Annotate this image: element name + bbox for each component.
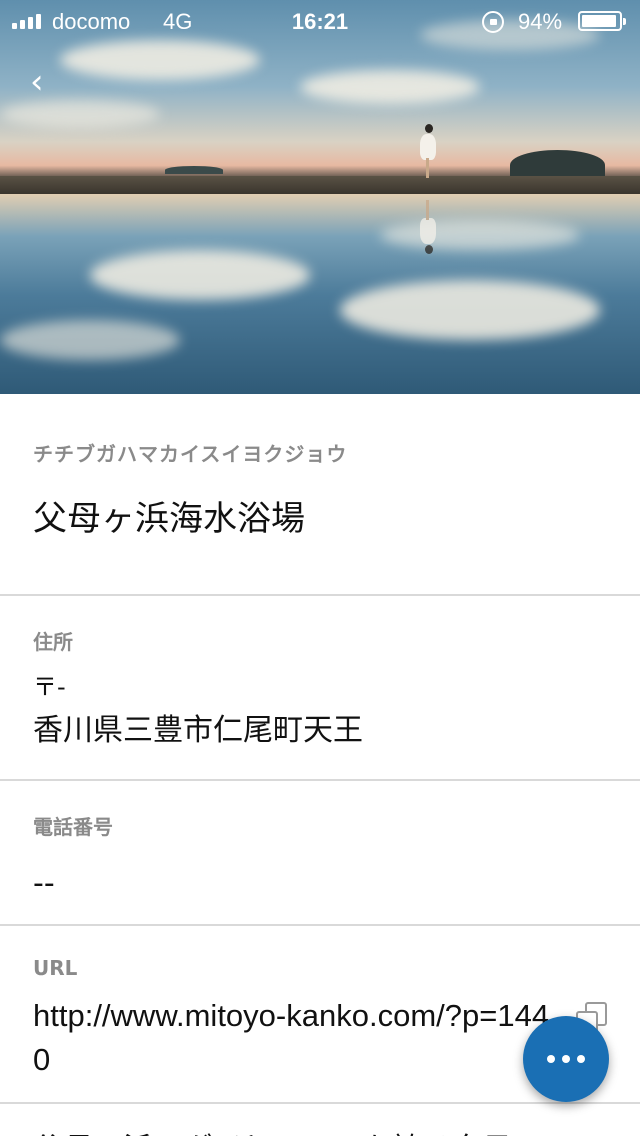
rotation-lock-icon bbox=[482, 11, 504, 33]
address-label: 住所 bbox=[33, 630, 73, 654]
phone-value[interactable]: -- bbox=[33, 862, 607, 906]
spot-header: チチブガハマカイスイヨクジョウ 父母ヶ浜海水浴場 bbox=[0, 394, 640, 596]
url-link[interactable]: http://www.mitoyo-kanko.com/?p=1440 bbox=[33, 994, 553, 1102]
more-horizontal-icon bbox=[547, 1055, 555, 1063]
status-bar: docomo 4G 16:21 94% bbox=[0, 0, 640, 40]
description-text: 父母ヶ浜のダイヤモンドを誇る夕日... bbox=[33, 1124, 541, 1136]
more-actions-button[interactable] bbox=[523, 1016, 609, 1102]
spot-name-kana: チチブガハマカイスイヨクジョウ bbox=[33, 442, 348, 466]
phone-label: 電話番号 bbox=[33, 815, 113, 839]
person-figure bbox=[420, 118, 436, 178]
hero-image bbox=[0, 0, 640, 394]
battery-icon bbox=[578, 11, 626, 31]
battery-percent: 94% bbox=[518, 9, 563, 34]
chevron-left-icon: ‹ bbox=[30, 62, 44, 102]
distant-island bbox=[165, 166, 223, 174]
phone-section: 電話番号 -- bbox=[0, 781, 640, 926]
person-reflection bbox=[420, 200, 436, 260]
shoreline bbox=[0, 176, 640, 194]
address-value: 香川県三豊市仁尾町天王 bbox=[33, 713, 363, 748]
address-section: 住所 〒- 香川県三豊市仁尾町天王 bbox=[0, 596, 640, 781]
url-label: URL bbox=[33, 956, 78, 980]
back-button[interactable]: ‹ bbox=[30, 62, 70, 102]
postal-code: 〒- bbox=[33, 673, 66, 701]
spot-name: 父母ヶ浜海水浴場 bbox=[33, 499, 305, 539]
